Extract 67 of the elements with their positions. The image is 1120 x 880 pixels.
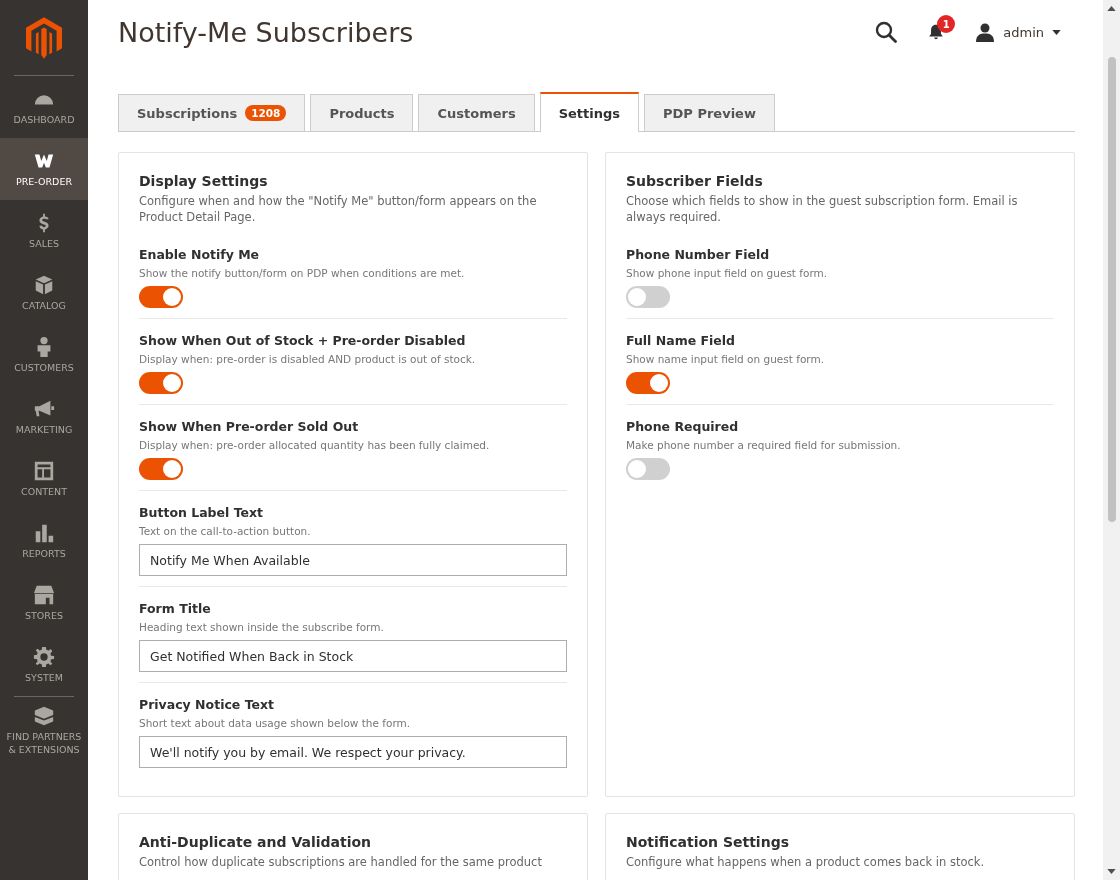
toggle-switch[interactable]	[139, 458, 183, 480]
sidebar-item[interactable]: SYSTEM	[0, 634, 88, 696]
setting-description: Make phone number a required field for submission.	[626, 439, 902, 451]
tab[interactable]: Customers	[418, 94, 535, 131]
sidebar-item[interactable]: PRE-ORDER	[0, 138, 88, 200]
sidebar-item[interactable]: CATALOG	[0, 262, 88, 324]
caret-icon	[1052, 29, 1061, 35]
setting-description: Show name input field on guest form.	[626, 353, 826, 365]
input-field[interactable]: Notify Me When Available	[139, 544, 567, 576]
sidebar-item[interactable]: CONTENT	[0, 448, 88, 510]
sidebar-item[interactable]: CUSTOMERS	[0, 324, 88, 386]
sidebar-item[interactable]: MARKETING	[0, 386, 88, 448]
setting-description: Show the notify button/form on PDP when conditions are met.	[139, 267, 466, 279]
setting-label: Full Name Field	[626, 333, 737, 348]
sidebar-item[interactable]: STORES	[0, 572, 88, 634]
search-icon[interactable]	[875, 21, 898, 43]
user-menu[interactable]: admin	[975, 22, 1061, 42]
user-icon	[975, 22, 996, 42]
card-title: Display Settings	[139, 173, 269, 189]
bell-icon[interactable]	[927, 23, 946, 41]
setting-description: Display when: pre-order allocated quantity has been fully claimed.	[139, 439, 491, 451]
input-field[interactable]: We'll notify you by email. We respect your privacy.	[139, 736, 567, 768]
storefront-icon	[32, 584, 56, 606]
down-arrow-icon[interactable]	[1107, 869, 1116, 874]
setting-label: Privacy Notice Text	[139, 697, 276, 712]
setting-description: Show phone input field on guest form.	[626, 267, 829, 279]
toggle-switch[interactable]	[626, 458, 670, 480]
blocks-icon	[32, 704, 56, 727]
setting-label: Form Title	[139, 601, 212, 616]
setting-label: Enable Notify Me	[139, 247, 261, 262]
setting-label: Phone Required	[626, 419, 740, 434]
setting-description: Display when: pre-order is disabled AND product is out of stock.	[139, 353, 477, 365]
toggle-switch[interactable]	[139, 372, 183, 394]
setting-label: Show When Pre-order Sold Out	[139, 419, 360, 434]
toggle-switch[interactable]	[626, 372, 670, 394]
gear-icon	[32, 646, 56, 668]
logo-icon	[26, 16, 62, 59]
notification-badge: 1	[937, 15, 956, 33]
card-title: Subscriber Fields	[626, 173, 764, 189]
toggle-switch[interactable]	[626, 286, 670, 308]
setting-label: Phone Number Field	[626, 247, 771, 262]
scrollbar[interactable]	[1103, 0, 1120, 880]
setting-label: Button Label Text	[139, 505, 265, 520]
page-title: Notify-Me Subscribers	[118, 16, 414, 48]
sidebar-item[interactable]: SALES	[0, 200, 88, 262]
sidebar-item[interactable]: DASHBOARD	[0, 76, 88, 138]
sidebar-item[interactable]: FIND PARTNERS & EXTENSIONS	[0, 697, 88, 763]
sidebar-item[interactable]: REPORTS	[0, 510, 88, 572]
setting-description: Heading text shown inside the subscribe form.	[139, 621, 385, 633]
setting-label: Show When Out of Stock + Pre-order Disabled	[139, 333, 467, 348]
tab[interactable]: Subscriptions 1208	[118, 94, 306, 131]
card-description: Control how duplicate subscriptions are handled for the same product	[139, 854, 543, 870]
layout-icon	[32, 460, 56, 482]
card-description: Configure what happens when a product comes back in stock.	[626, 854, 986, 870]
scrollbar-thumb[interactable]	[1107, 57, 1116, 522]
input-field[interactable]: Get Notified When Back in Stock	[139, 640, 567, 672]
card-title: Notification Settings	[626, 834, 790, 850]
tab[interactable]: Settings	[539, 92, 640, 132]
card-description: Choose which fields to show in the guest subscription form. Email is always required.	[626, 193, 1019, 225]
tab[interactable]: PDP Preview	[644, 94, 775, 131]
up-arrow-icon[interactable]	[1107, 6, 1116, 11]
setting-description: Text on the call-to-action button.	[139, 525, 312, 537]
card-title: Anti-Duplicate and Validation	[139, 834, 373, 850]
setting-description: Short text about data usage shown below the form.	[139, 717, 412, 729]
toggle-switch[interactable]	[139, 286, 183, 308]
tab[interactable]: Products	[310, 94, 414, 131]
card-description: Configure when and how the "Notify Me" button/form appears on the Product Detail Page.	[139, 193, 538, 225]
